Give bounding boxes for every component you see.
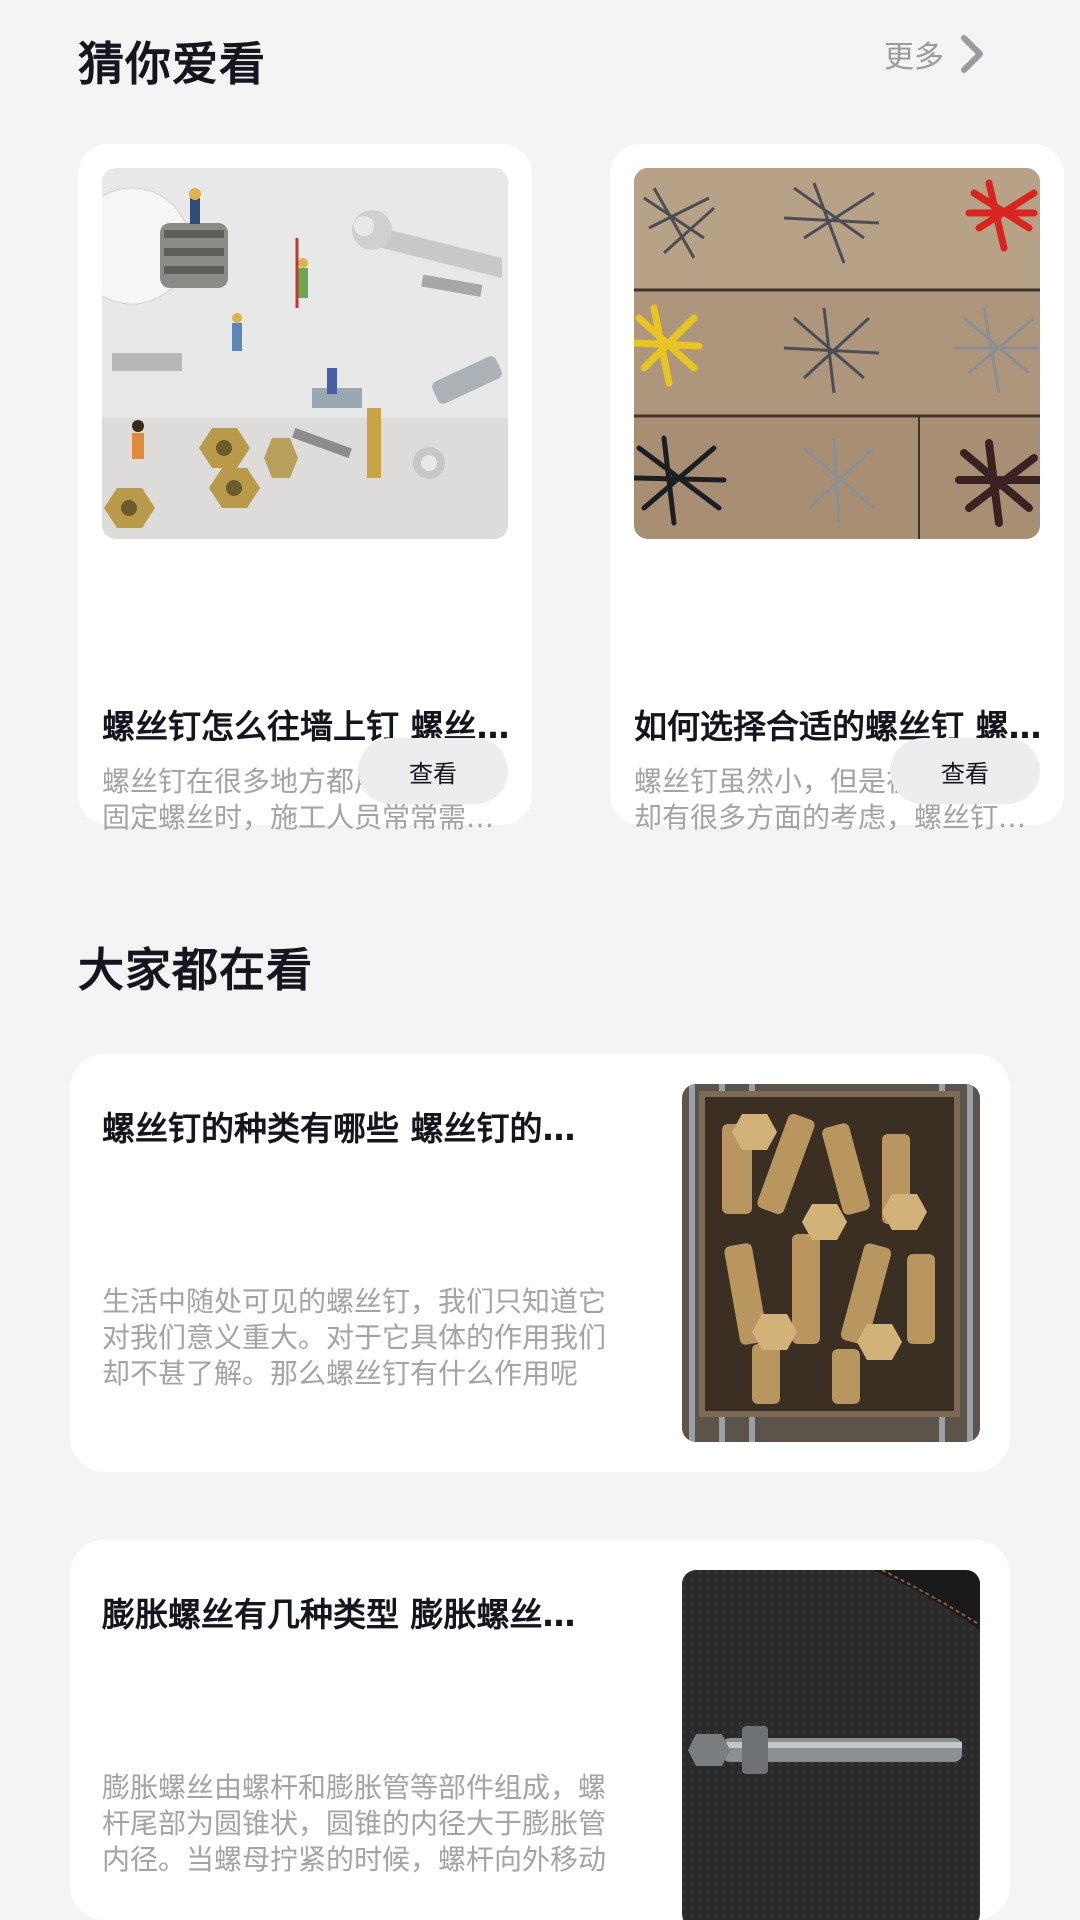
guess-section-title: 猜你爱看 <box>78 37 266 91</box>
view-button[interactable]: 查看 <box>890 738 1040 804</box>
more-label: 更多 <box>884 40 944 75</box>
popular-card[interactable]: 螺丝钉的种类有哪些 螺丝钉的作用是什么 生活中随处可见的螺丝钉，我们只知道它对我… <box>70 1054 1010 1472</box>
more-link[interactable]: 更多 <box>884 30 992 78</box>
chevron-right-icon <box>952 30 992 78</box>
guess-card[interactable]: 螺丝钉怎么往墙上钉 螺丝钉往墙上钉的方法 螺丝钉在很多地方都用得到，在固定螺丝时… <box>78 144 532 834</box>
article-title[interactable]: 螺丝钉的种类有哪些 螺丝钉的作用是什么 <box>102 1102 602 1150</box>
article-summary: 膨胀螺丝由螺杆和膨胀管等部件组成，螺杆尾部为圆锥状，圆锥的内径大于膨胀管内径。当… <box>102 1771 607 1876</box>
popular-card[interactable]: 膨胀螺丝有几种类型 膨胀螺丝的安装方法 膨胀螺丝由螺杆和膨胀管等部件组成，螺杆尾… <box>70 1540 1010 1920</box>
article-thumbnail[interactable] <box>634 168 1040 539</box>
article-summary: 生活中随处可见的螺丝钉，我们只知道它对我们意义重大。对于它具体的作用我们却不甚了… <box>102 1285 607 1390</box>
article-title[interactable]: 膨胀螺丝有几种类型 膨胀螺丝的安装方法 <box>102 1588 602 1636</box>
view-button[interactable]: 查看 <box>358 738 508 804</box>
article-thumbnail[interactable] <box>102 168 508 539</box>
popular-section-title: 大家都在看 <box>78 943 313 997</box>
article-thumbnail[interactable] <box>682 1084 980 1442</box>
guess-card[interactable]: 如何选择合适的螺丝钉 螺丝钉的选购方法 螺丝钉虽然小，但是在选用方面却有很多方面… <box>610 144 1064 834</box>
article-thumbnail[interactable] <box>682 1570 980 1920</box>
